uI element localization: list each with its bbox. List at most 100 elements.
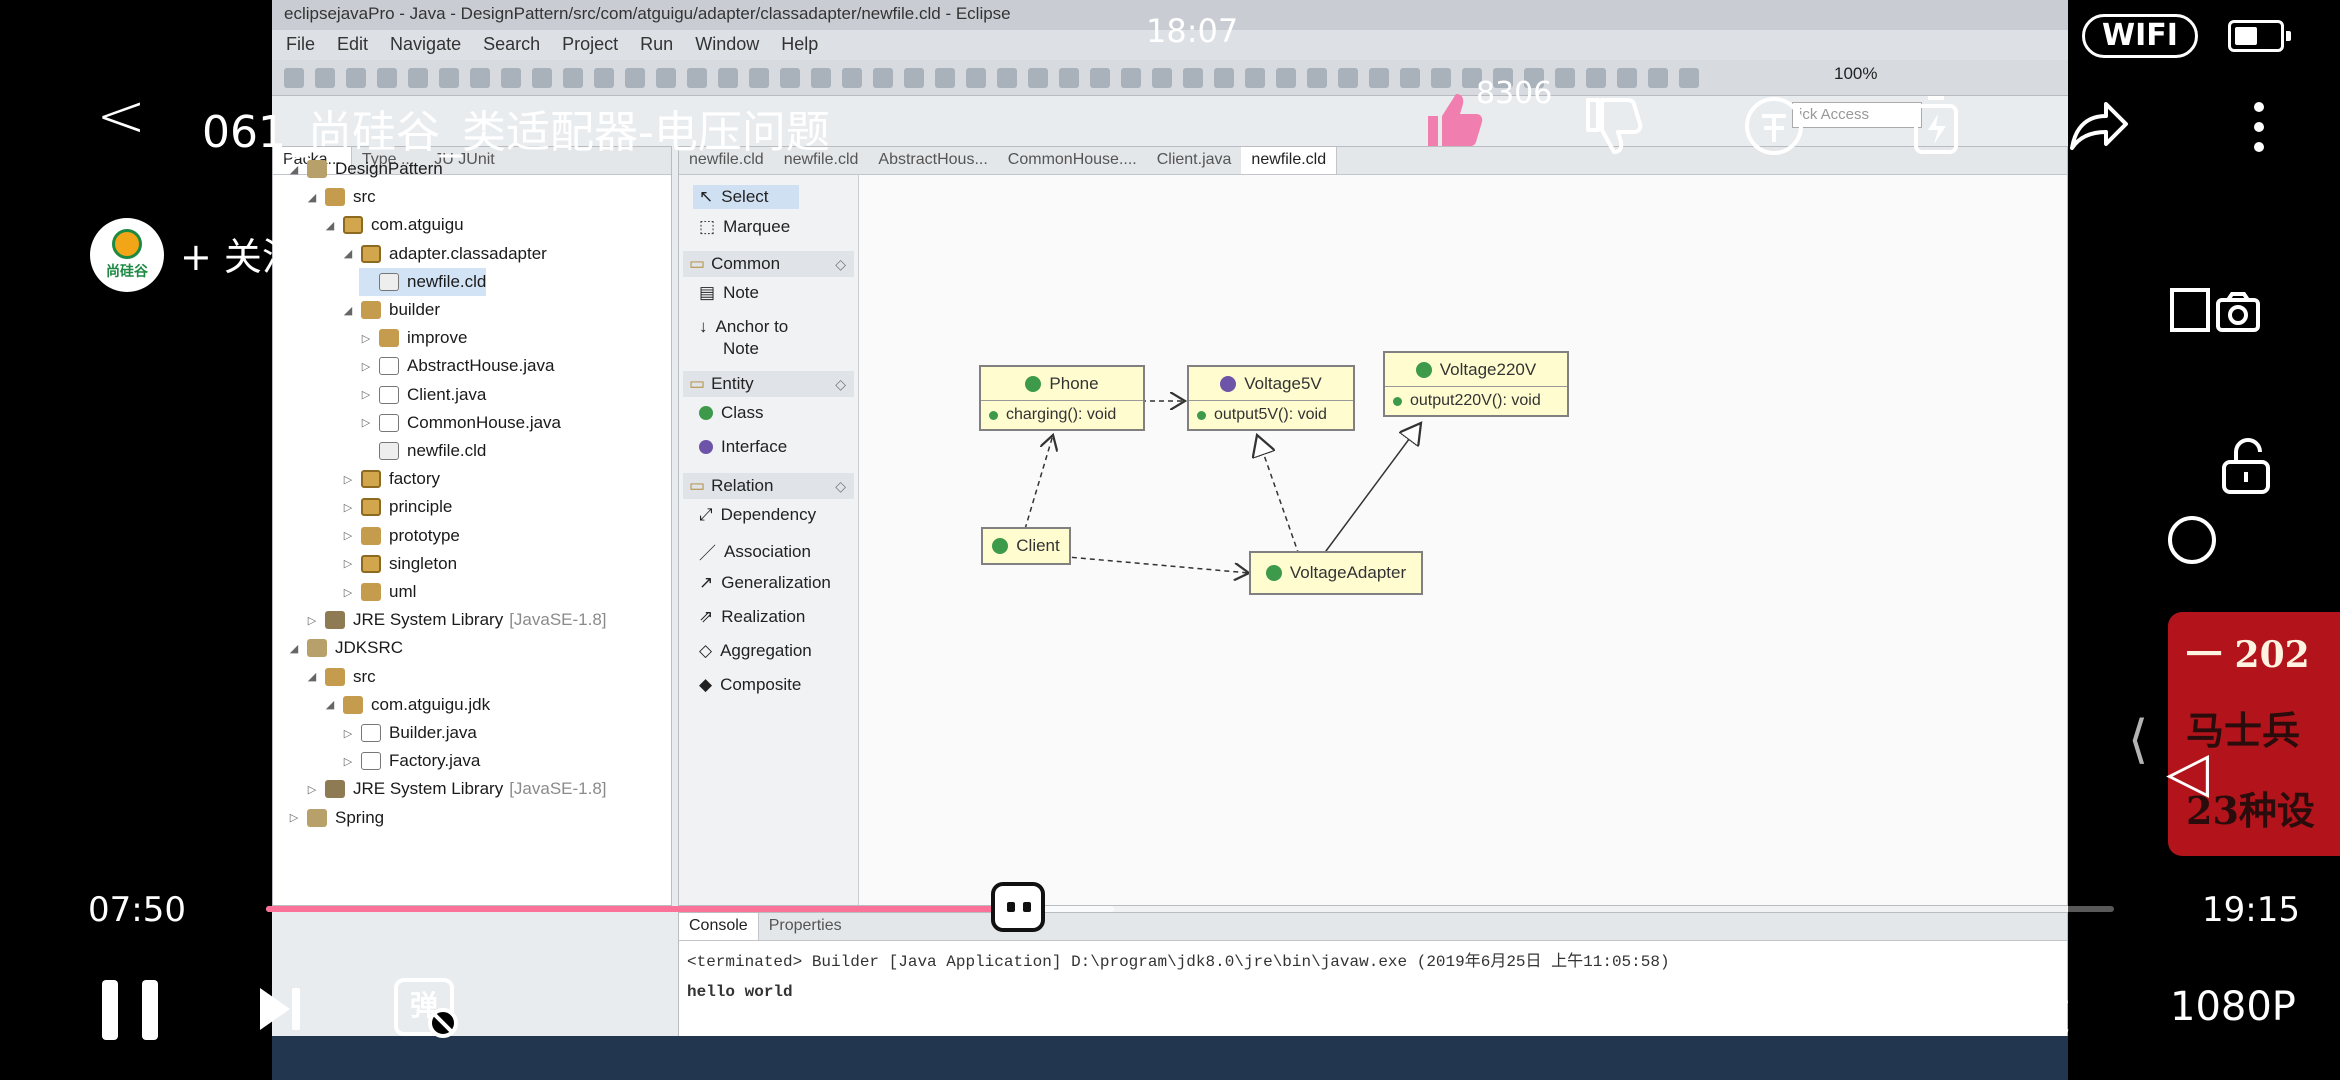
tree-item[interactable]: ▷ principle xyxy=(341,493,452,521)
more-icon[interactable] xyxy=(2244,96,2274,160)
tree-item[interactable]: ◢ src xyxy=(305,663,376,691)
tree-item-label: builder xyxy=(389,300,441,319)
expand-toggle-icon[interactable]: ◢ xyxy=(341,304,355,317)
expand-toggle-icon[interactable]: ▷ xyxy=(287,811,301,824)
class-icon xyxy=(1025,375,1042,392)
expand-toggle-icon[interactable]: ▷ xyxy=(341,586,355,599)
quality-button[interactable]: 1080P xyxy=(2170,984,2296,1030)
pause-button[interactable] xyxy=(102,980,158,1040)
promo-thumbnail[interactable]: 一 202 马士兵 23种设 xyxy=(2168,612,2340,856)
expand-toggle-icon[interactable]: ▷ xyxy=(359,388,373,401)
tree-item[interactable]: ◢ src xyxy=(305,183,376,211)
expand-toggle-icon[interactable]: ▷ xyxy=(341,473,355,486)
coin-icon[interactable] xyxy=(1742,94,1806,158)
lock-icon[interactable] xyxy=(2220,436,2276,496)
folder-icon: ▭ xyxy=(689,476,706,495)
cld-icon xyxy=(379,442,399,460)
expand-toggle-icon[interactable]: ▷ xyxy=(305,614,319,627)
expand-toggle-icon[interactable]: ◢ xyxy=(287,163,301,176)
expand-toggle-icon[interactable]: ▷ xyxy=(359,416,373,429)
tab-console: Console xyxy=(679,913,759,940)
screenshot-icon[interactable] xyxy=(2170,284,2260,344)
tree-item[interactable]: ▷ Builder.java xyxy=(341,719,477,747)
association-icon: ／ xyxy=(699,544,716,563)
collapse-icon: ◇ xyxy=(835,477,846,494)
uml-interface-voltage5v[interactable]: Voltage5V output5V(): void xyxy=(1187,365,1355,431)
expand-toggle-icon[interactable]: ▷ xyxy=(341,755,355,768)
tree-item[interactable]: ▷ Spring xyxy=(287,804,384,832)
tree-item[interactable]: ▷ CommonHouse.java xyxy=(359,409,561,437)
uml-class-voltage-adapter[interactable]: VoltageAdapter xyxy=(1249,551,1423,595)
tree-item[interactable]: ▷ JRE System Library [JavaSE-1.8] xyxy=(305,606,607,634)
expand-toggle-icon[interactable]: ◢ xyxy=(305,670,319,683)
anchor-icon: ↓ xyxy=(699,317,708,336)
expand-toggle-icon[interactable]: ◢ xyxy=(341,247,355,260)
pkg-icon xyxy=(325,188,345,207)
expand-toggle-icon[interactable]: ◢ xyxy=(323,698,337,711)
class-icon xyxy=(1265,565,1282,581)
generalization-icon: ↗ xyxy=(699,573,714,592)
tree-item[interactable]: ▷ AbstractHouse.java xyxy=(359,352,554,380)
collapse-panel-icon[interactable]: ⟨ xyxy=(2128,710,2148,770)
uml-class-client[interactable]: Client xyxy=(981,527,1071,565)
menu-navigate: Navigate xyxy=(390,34,462,54)
tree-item[interactable]: ◢ com.atguigu xyxy=(323,211,464,239)
tree-item-label: Factory.java xyxy=(389,751,481,771)
expand-toggle-icon[interactable]: ▷ xyxy=(341,529,355,542)
tree-item[interactable]: ▷ prototype xyxy=(341,522,460,550)
cld-icon xyxy=(379,272,399,291)
console-status-line: <terminated> Builder [Java Application] … xyxy=(687,953,1670,971)
dependency-client-adapter xyxy=(1044,554,1249,573)
expand-toggle-icon[interactable]: ▷ xyxy=(359,332,373,345)
tree-item[interactable]: ▷ factory xyxy=(341,465,440,493)
side-play-icon[interactable]: ◁ xyxy=(2166,740,2209,805)
expand-toggle-icon[interactable]: ▷ xyxy=(341,727,355,740)
interface-icon xyxy=(1220,375,1237,392)
tree-item-label: DesignPattern xyxy=(335,159,443,178)
method-icon xyxy=(1197,410,1206,420)
uml-class-phone[interactable]: Phone charging(): void xyxy=(979,365,1145,431)
tree-item[interactable]: ▷ Client.java xyxy=(359,381,486,409)
expand-toggle-icon[interactable]: ▷ xyxy=(341,501,355,514)
total-time: 19:15 xyxy=(2202,890,2300,930)
tree-item[interactable]: ▷ singleton xyxy=(341,550,457,578)
tree-item[interactable]: ◢ builder xyxy=(341,296,440,324)
uml-class-voltage220v[interactable]: Voltage220V output220V(): void xyxy=(1383,351,1569,417)
tree-item[interactable]: ◢ JDKSRC xyxy=(287,634,403,662)
favorite-icon[interactable] xyxy=(1904,94,1968,158)
expand-toggle-icon[interactable]: ◢ xyxy=(305,191,319,204)
tree-item[interactable]: ◢ adapter.classadapter xyxy=(341,240,547,268)
channel-avatar[interactable]: 尚硅谷 xyxy=(90,218,164,292)
expand-toggle-icon[interactable]: ◢ xyxy=(287,642,301,655)
expand-toggle-icon[interactable]: ▷ xyxy=(305,783,319,796)
tree-item[interactable]: ▷ JRE System Library [JavaSE-1.8] xyxy=(305,775,607,803)
next-episode-icon[interactable] xyxy=(256,984,304,1034)
record-icon[interactable] xyxy=(2166,514,2218,566)
episodes-button[interactable]: 选集 xyxy=(1808,984,1888,1042)
share-icon[interactable] xyxy=(2066,94,2130,158)
toolbar-icon xyxy=(1121,68,1141,88)
tree-item[interactable]: newfile.cld xyxy=(359,267,487,296)
back-icon[interactable]: < xyxy=(96,86,146,146)
expand-toggle-icon[interactable]: ▷ xyxy=(341,557,355,570)
progress-thumb-tv-icon[interactable] xyxy=(991,882,1046,932)
tree-item-label: JDKSRC xyxy=(335,638,404,658)
status-clock: 18:07 xyxy=(1146,12,1239,50)
follow-button[interactable]: + 关注 xyxy=(180,226,300,281)
speed-button[interactable]: 倍速 xyxy=(1990,984,2070,1042)
tree-item-label: principle xyxy=(389,497,453,517)
tree-item[interactable]: ◢ com.atguigu.jdk xyxy=(323,691,490,719)
tree-item[interactable]: newfile.cld xyxy=(359,437,486,465)
tree-item[interactable]: ▷ uml xyxy=(341,578,416,606)
video-frame[interactable]: eclipsejavaPro - Java - DesignPattern/sr… xyxy=(272,0,2068,1080)
diagram-palette: ↖ Select ⬚ Marquee ▭ Common ◇ ▤ Note ↓ Anchor … xyxy=(679,175,859,905)
tab-properties: Properties xyxy=(768,917,842,934)
note-icon: ▤ xyxy=(699,283,716,302)
toolbar-icon xyxy=(1400,68,1420,88)
tree-item[interactable]: ▷ Factory.java xyxy=(341,747,480,775)
expand-toggle-icon[interactable]: ◢ xyxy=(323,219,337,232)
current-time: 07:50 xyxy=(88,890,186,930)
tree-item[interactable]: ▷ improve xyxy=(359,324,467,352)
dislike-icon[interactable] xyxy=(1580,94,1644,158)
expand-toggle-icon[interactable]: ▷ xyxy=(359,360,373,373)
